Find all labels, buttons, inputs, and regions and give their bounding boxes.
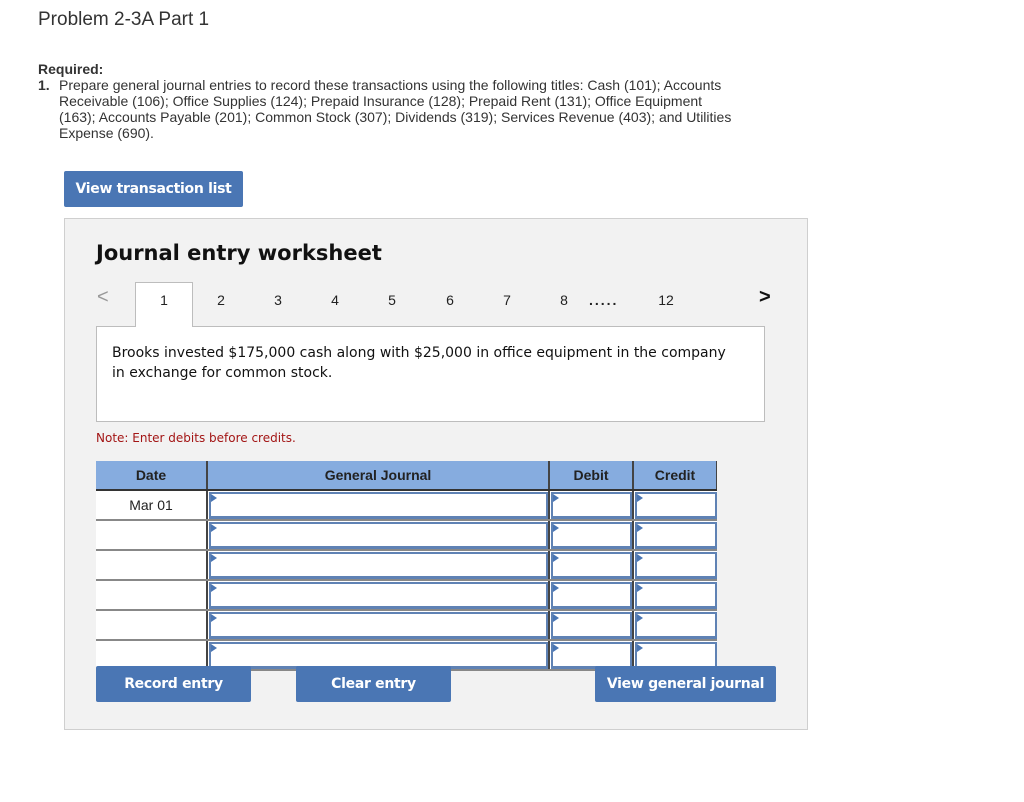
tab-ellipsis: .....: [589, 292, 619, 308]
chevron-left-icon[interactable]: <: [97, 286, 109, 309]
credit-input[interactable]: [635, 582, 717, 609]
tab-transaction-6[interactable]: 6: [422, 283, 478, 327]
debit-input[interactable]: [551, 492, 632, 519]
tab-transaction-2[interactable]: 2: [193, 283, 249, 327]
view-transaction-list-button[interactable]: View transaction list: [64, 171, 243, 207]
page-title: Problem 2-3A Part 1: [38, 9, 210, 30]
debit-input[interactable]: [551, 522, 632, 549]
tab-transaction-8[interactable]: 8: [536, 283, 592, 327]
requirement-number: 1.: [38, 77, 50, 93]
requirement-text: Prepare general journal entries to recor…: [59, 77, 732, 141]
date-cell: [96, 550, 207, 581]
date-cell: [96, 520, 207, 551]
transaction-description: Brooks invested $175,000 cash along with…: [112, 345, 726, 381]
debit-input[interactable]: [551, 612, 632, 639]
table-row: [96, 580, 717, 611]
account-dropdown[interactable]: [209, 492, 548, 519]
clear-entry-button[interactable]: Clear entry: [296, 666, 451, 702]
credit-input[interactable]: [635, 492, 717, 519]
account-dropdown[interactable]: [209, 612, 548, 639]
date-cell: [96, 610, 207, 641]
credit-input[interactable]: [635, 642, 717, 669]
tab-transaction-5[interactable]: 5: [364, 283, 420, 327]
header-debit: Debit: [549, 461, 634, 491]
table-header-row: Date General Journal Debit Credit: [96, 461, 717, 491]
header-credit: Credit: [633, 461, 717, 491]
tab-transaction-3[interactable]: 3: [250, 283, 306, 327]
debit-input[interactable]: [551, 582, 632, 609]
debit-credit-note: Note: Enter debits before credits.: [96, 431, 296, 445]
transaction-description-box: Brooks invested $175,000 cash along with…: [96, 326, 765, 422]
tab-transaction-12[interactable]: 12: [638, 283, 694, 327]
record-entry-button[interactable]: Record entry: [96, 666, 251, 702]
table-row: Mar 01: [96, 490, 717, 521]
table-row: [96, 610, 717, 641]
tab-transaction-4[interactable]: 4: [307, 283, 363, 327]
debit-input[interactable]: [551, 552, 632, 579]
credit-input[interactable]: [635, 522, 717, 549]
view-general-journal-button[interactable]: View general journal: [595, 666, 776, 702]
credit-input[interactable]: [635, 612, 717, 639]
transaction-nav: < 1 2 3 4 5 6 7 8 ..... 12 >: [65, 281, 807, 327]
credit-input[interactable]: [635, 552, 717, 579]
debit-input[interactable]: [551, 642, 632, 669]
header-general-journal: General Journal: [207, 461, 550, 491]
account-dropdown[interactable]: [209, 582, 548, 609]
journal-entry-worksheet: Journal entry worksheet < 1 2 3 4 5 6 7 …: [64, 218, 808, 730]
requirement-list: 1. Prepare general journal entries to re…: [38, 77, 738, 141]
header-date: Date: [96, 461, 208, 491]
account-dropdown[interactable]: [209, 552, 548, 579]
required-label: Required:: [38, 61, 104, 77]
chevron-right-icon[interactable]: >: [759, 286, 771, 309]
worksheet-title: Journal entry worksheet: [96, 241, 382, 265]
account-dropdown[interactable]: [209, 642, 548, 669]
table-row: [96, 520, 717, 551]
tab-transaction-7[interactable]: 7: [479, 283, 535, 327]
table-row: [96, 550, 717, 581]
journal-entry-table: Date General Journal Debit Credit Mar 01: [96, 461, 717, 671]
tab-transaction-1[interactable]: 1: [135, 282, 193, 327]
date-cell: Mar 01: [96, 490, 207, 521]
date-cell: [96, 580, 207, 611]
account-dropdown[interactable]: [209, 522, 548, 549]
